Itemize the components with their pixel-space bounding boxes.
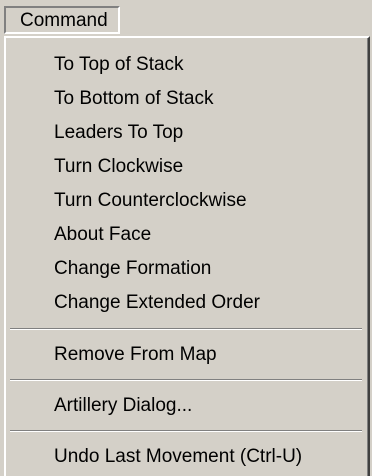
menu-item-turn-clockwise[interactable]: Turn Clockwise: [6, 150, 368, 184]
menu-item-leaders-to-top[interactable]: Leaders To Top: [6, 116, 368, 150]
menu-item-turn-counterclockwise[interactable]: Turn Counterclockwise: [6, 184, 368, 218]
menu-item-undo-last-movement[interactable]: Undo Last Movement (Ctrl-U): [6, 440, 368, 474]
menu-item-about-face[interactable]: About Face: [6, 218, 368, 252]
menu-separator: [10, 379, 362, 381]
menu-bar: Command: [0, 0, 372, 40]
menu-command[interactable]: Command: [4, 6, 120, 34]
menu-separator: [10, 430, 362, 432]
command-dropdown-menu: To Top of Stack To Bottom of Stack Leade…: [4, 36, 370, 476]
menu-item-change-formation[interactable]: Change Formation: [6, 252, 368, 286]
menu-item-to-bottom-of-stack[interactable]: To Bottom of Stack: [6, 82, 368, 116]
menu-item-to-top-of-stack[interactable]: To Top of Stack: [6, 48, 368, 82]
menu-item-remove-from-map[interactable]: Remove From Map: [6, 338, 368, 372]
menu-item-change-extended-order[interactable]: Change Extended Order: [6, 286, 368, 320]
menu-separator: [10, 328, 362, 330]
menu-item-artillery-dialog[interactable]: Artillery Dialog...: [6, 389, 368, 423]
